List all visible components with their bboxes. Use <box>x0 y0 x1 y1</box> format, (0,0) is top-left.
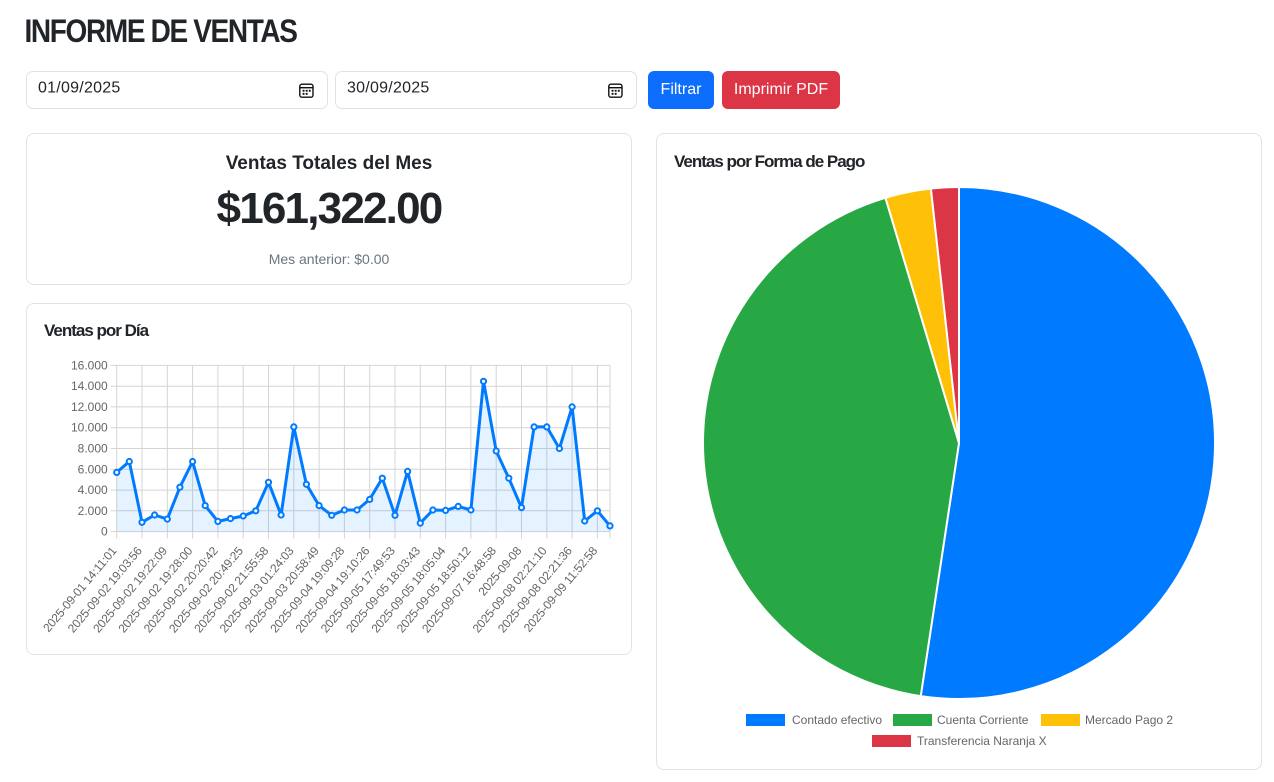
svg-text:10.000: 10.000 <box>71 421 108 435</box>
svg-text:14.000: 14.000 <box>71 379 108 393</box>
svg-text:Transferencia Naranja X: Transferencia Naranja X <box>917 734 1047 748</box>
svg-text:6.000: 6.000 <box>78 462 108 476</box>
svg-text:16.000: 16.000 <box>71 358 108 372</box>
svg-text:Mercado Pago 2: Mercado Pago 2 <box>1085 713 1173 727</box>
svg-text:4.000: 4.000 <box>78 483 108 497</box>
svg-text:12.000: 12.000 <box>71 400 108 414</box>
svg-text:8.000: 8.000 <box>78 442 108 456</box>
svg-text:0: 0 <box>101 525 108 539</box>
svg-text:2.000: 2.000 <box>78 504 108 518</box>
svg-text:Cuenta Corriente: Cuenta Corriente <box>937 713 1029 727</box>
svg-text:Contado efectivo: Contado efectivo <box>792 713 882 727</box>
